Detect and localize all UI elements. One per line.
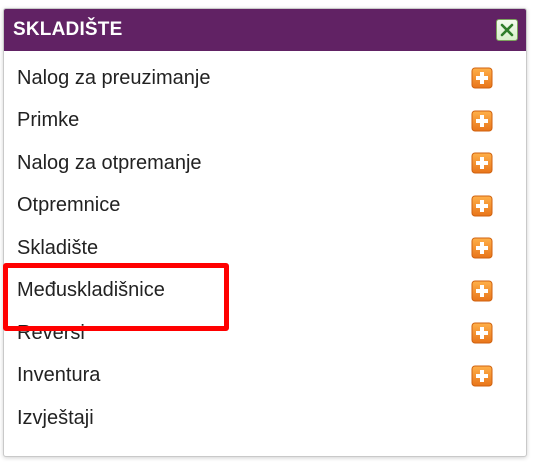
menu-item[interactable]: Otpremnice	[4, 185, 526, 228]
menu-item-label[interactable]: Reversi	[17, 322, 471, 345]
plus-square-icon	[471, 110, 493, 132]
menu-item[interactable]: Izvještaji	[4, 397, 526, 440]
close-x-icon	[500, 23, 514, 37]
plus-square-icon	[471, 237, 493, 259]
panel-title: SKLADIŠTE	[13, 19, 123, 40]
plus-square-icon	[471, 322, 493, 344]
add-button[interactable]	[471, 237, 493, 259]
menu-item[interactable]: Primke	[4, 100, 526, 143]
menu-list: Nalog za preuzimanje Primke Nalog za otpre…	[4, 51, 526, 440]
menu-item[interactable]: Nalog za preuzimanje	[4, 57, 526, 100]
menu-item[interactable]: Međuskladišnice	[4, 270, 526, 313]
add-button[interactable]	[471, 195, 493, 217]
menu-item-label[interactable]: Skladište	[17, 237, 471, 260]
menu-item-label[interactable]: Izvještaji	[17, 407, 493, 430]
menu-item[interactable]: Nalog za otpremanje	[4, 142, 526, 185]
plus-square-icon	[471, 152, 493, 174]
close-button[interactable]	[496, 19, 518, 41]
add-button[interactable]	[471, 67, 493, 89]
menu-item-label[interactable]: Nalog za otpremanje	[17, 152, 471, 175]
menu-item-label[interactable]: Primke	[17, 109, 471, 132]
add-button[interactable]	[471, 365, 493, 387]
menu-item[interactable]: Reversi	[4, 312, 526, 355]
menu-item-label[interactable]: Inventura	[17, 364, 471, 387]
plus-square-icon	[471, 195, 493, 217]
menu-item-label[interactable]: Međuskladišnice	[17, 279, 471, 302]
menu-item-label[interactable]: Nalog za preuzimanje	[17, 67, 471, 90]
panel-header: SKLADIŠTE	[4, 9, 526, 51]
add-button[interactable]	[471, 322, 493, 344]
add-button[interactable]	[471, 280, 493, 302]
add-button[interactable]	[471, 152, 493, 174]
plus-square-icon	[471, 67, 493, 89]
plus-square-icon	[471, 280, 493, 302]
add-button[interactable]	[471, 110, 493, 132]
menu-item[interactable]: Inventura	[4, 355, 526, 398]
skladiste-panel: SKLADIŠTE Nalog za preuzimanje Primke Nalo…	[3, 8, 527, 457]
plus-square-icon	[471, 365, 493, 387]
menu-item[interactable]: Skladište	[4, 227, 526, 270]
menu-item-label[interactable]: Otpremnice	[17, 194, 471, 217]
